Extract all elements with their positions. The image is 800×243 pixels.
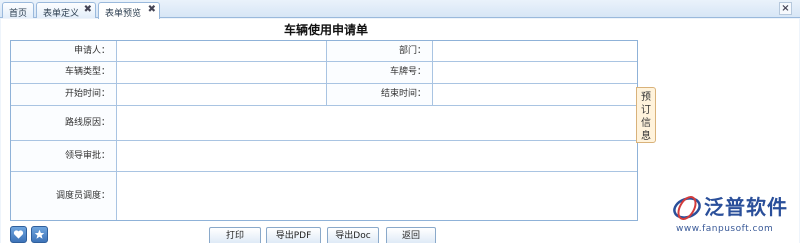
dispatcher-label: 调度员调度： bbox=[11, 172, 117, 220]
vehicle-type-field[interactable] bbox=[117, 62, 327, 84]
tab-label: 表单定义 bbox=[43, 9, 80, 19]
close-all-icon[interactable]: × bbox=[779, 2, 792, 15]
tab-home[interactable]: 首页 bbox=[2, 2, 34, 19]
tab-form-preview[interactable]: 表单预览 ✖ bbox=[98, 2, 160, 19]
plate-number-label: 车牌号： bbox=[327, 62, 433, 84]
leader-approval-label: 领导审批： bbox=[11, 141, 117, 172]
form-title: 车辆使用申请单 bbox=[283, 23, 368, 37]
brand-url: www.fanpusoft.com bbox=[676, 224, 774, 234]
end-time-label: 结束时间： bbox=[327, 84, 433, 106]
close-icon[interactable]: ✖ bbox=[148, 4, 156, 15]
tab-bar: 首页 表单定义 ✖ 表单预览 ✖ × bbox=[0, 0, 800, 19]
form-grid: 申请人： 部门： 车辆类型： 车牌号： 开始时间： 结束时间： 路线原因： 领导… bbox=[10, 40, 638, 221]
start-time-field[interactable] bbox=[117, 84, 327, 106]
route-reason-field[interactable] bbox=[117, 106, 637, 141]
brand-logo: 泛普软件 www.fanpusoft.com bbox=[668, 189, 798, 239]
tab-label: 表单预览 bbox=[105, 9, 142, 19]
plate-number-field[interactable] bbox=[433, 62, 637, 84]
print-button[interactable]: 打印 bbox=[209, 227, 261, 243]
leader-approval-field[interactable] bbox=[117, 141, 637, 172]
export-pdf-button[interactable]: 导出PDF bbox=[266, 227, 321, 243]
department-label: 部门： bbox=[327, 41, 433, 62]
applicant-label: 申请人： bbox=[11, 41, 117, 62]
heart-icon[interactable] bbox=[10, 226, 27, 243]
department-field[interactable] bbox=[433, 41, 637, 62]
booking-info-tab[interactable]: 预订信息 bbox=[636, 87, 656, 143]
star-icon[interactable] bbox=[31, 226, 48, 243]
route-reason-label: 路线原因： bbox=[11, 106, 117, 141]
end-time-field[interactable] bbox=[433, 84, 637, 106]
brand-name: 泛普软件 bbox=[704, 195, 788, 219]
back-button[interactable]: 返回 bbox=[386, 227, 436, 243]
vehicle-type-label: 车辆类型： bbox=[11, 62, 117, 84]
close-icon[interactable]: ✖ bbox=[84, 4, 92, 15]
tab-label: 首页 bbox=[9, 9, 28, 19]
start-time-label: 开始时间： bbox=[11, 84, 117, 106]
tab-form-definition[interactable]: 表单定义 ✖ bbox=[36, 2, 96, 19]
export-doc-button[interactable]: 导出Doc bbox=[327, 227, 379, 243]
applicant-field[interactable] bbox=[117, 41, 327, 62]
dispatcher-field[interactable] bbox=[117, 172, 637, 220]
logo-mark-icon bbox=[673, 196, 701, 220]
